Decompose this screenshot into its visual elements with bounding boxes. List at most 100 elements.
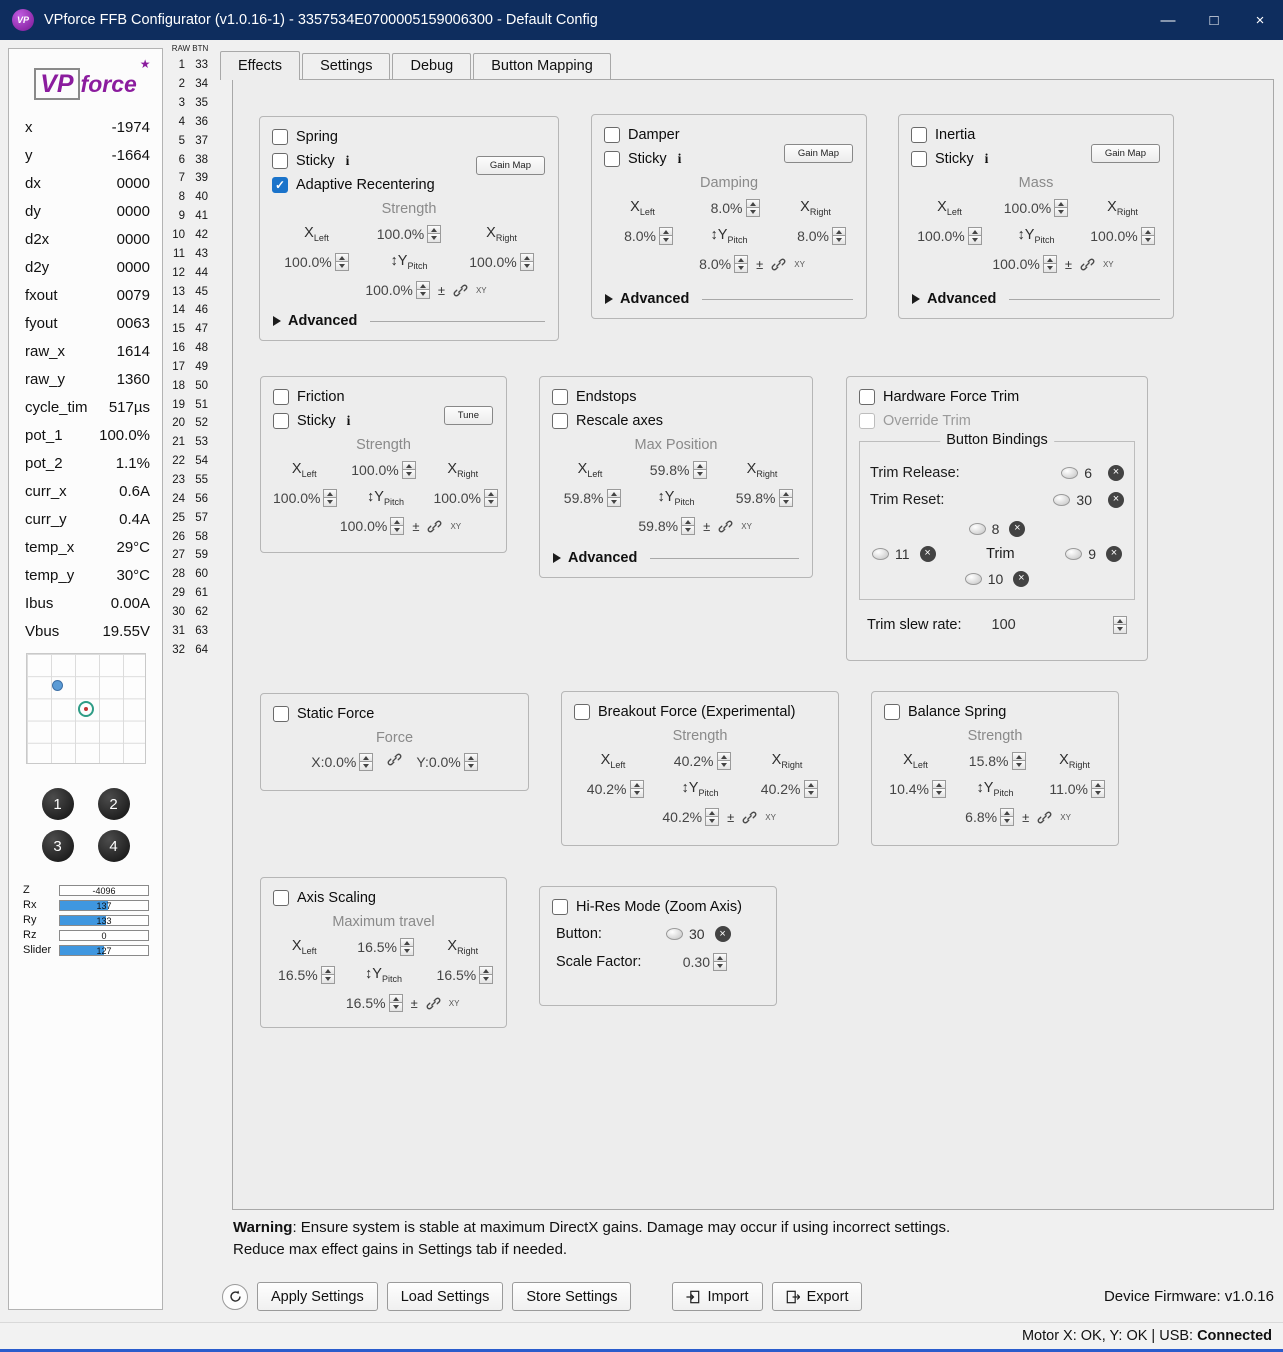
link-axes-icon[interactable] — [771, 257, 786, 272]
y-gain-spinner[interactable]: 8.0% — [687, 255, 749, 273]
hardware-force-trim-checkbox[interactable] — [859, 389, 875, 405]
import-button[interactable]: Import — [672, 1282, 763, 1311]
y-gain-spinner[interactable]: 16.5% — [342, 994, 403, 1012]
axis-scaling-row[interactable]: Axis Scaling — [273, 890, 494, 906]
override-trim-row[interactable]: Override Trim — [859, 413, 1135, 429]
spinner-arrows[interactable] — [427, 225, 442, 243]
adaptive-recentering-checkbox[interactable] — [272, 177, 288, 193]
adaptive-recentering-row[interactable]: Adaptive Recentering — [272, 177, 546, 193]
spinner-arrows[interactable] — [519, 253, 534, 271]
hardware-force-trim-row[interactable]: Hardware Force Trim — [859, 389, 1135, 405]
spinner-arrows[interactable] — [1091, 780, 1105, 798]
x-right-gain-spinner[interactable]: 59.8% — [732, 489, 793, 507]
axis-scaling-checkbox[interactable] — [273, 890, 289, 906]
spinner-arrows[interactable] — [334, 253, 349, 271]
sticky-checkbox[interactable] — [272, 153, 288, 169]
damper-advanced-expander[interactable]: Advanced — [605, 291, 853, 307]
x-left-gain-spinner[interactable]: 100.0% — [273, 489, 338, 507]
spring-checkbox[interactable] — [272, 129, 288, 145]
info-icon[interactable]: i — [346, 153, 350, 169]
static-force-row[interactable]: Static Force — [273, 706, 516, 722]
link-axes-icon[interactable] — [426, 996, 441, 1011]
spinner-arrows[interactable] — [713, 953, 727, 971]
y-gain-spinner[interactable]: 6.8% — [953, 808, 1015, 826]
y-gain-spinner[interactable]: 40.2% — [658, 808, 720, 826]
hires-mode-checkbox[interactable] — [552, 899, 568, 915]
x-gain-spinner[interactable]: 100.0% — [377, 225, 442, 243]
trim-up-binding-chip[interactable]: 8 — [968, 521, 999, 537]
spinner-arrows[interactable] — [390, 517, 405, 535]
inertia-advanced-expander[interactable]: Advanced — [912, 291, 1160, 307]
x-left-gain-spinner[interactable]: 40.2% — [583, 780, 644, 798]
spinner-arrows[interactable] — [483, 489, 498, 507]
clear-hires-button[interactable]: × — [714, 926, 731, 942]
rescale-axes-checkbox[interactable] — [552, 413, 568, 429]
sticky-checkbox[interactable] — [273, 413, 289, 429]
link-axes-icon[interactable] — [1037, 810, 1052, 825]
plus-minus-button[interactable]: ± — [412, 519, 419, 534]
plus-minus-button[interactable]: ± — [727, 810, 734, 825]
spinner-arrows[interactable] — [463, 753, 478, 771]
trim-left-binding-chip[interactable]: 11 — [872, 546, 910, 562]
spinner-arrows[interactable] — [932, 780, 946, 798]
y-gain-spinner[interactable]: 100.0% — [365, 281, 430, 299]
tab-debug[interactable]: Debug — [392, 53, 472, 79]
minimize-button[interactable]: — — [1145, 0, 1191, 40]
x-gain-spinner[interactable]: 16.5% — [353, 938, 414, 956]
link-axes-icon[interactable] — [427, 519, 442, 534]
plus-minus-button[interactable]: ± — [756, 257, 763, 272]
clear-trim-release-button[interactable]: × — [1108, 464, 1124, 481]
breakout-force-checkbox[interactable] — [574, 704, 590, 720]
damper-enable-row[interactable]: Damper — [604, 127, 854, 143]
endstops-advanced-expander[interactable]: Advanced — [553, 550, 799, 566]
clear-trim-left-button[interactable]: × — [919, 545, 936, 562]
x-left-gain-spinner[interactable]: 59.8% — [560, 489, 621, 507]
x-right-gain-spinner[interactable]: 100.0% — [433, 489, 498, 507]
spinner-arrows[interactable] — [734, 255, 749, 273]
spinner-arrows[interactable] — [320, 966, 335, 984]
spinner-arrows[interactable] — [1042, 255, 1057, 273]
breakout-force-row[interactable]: Breakout Force (Experimental) — [574, 704, 826, 720]
spinner-arrows[interactable] — [323, 489, 338, 507]
clear-trim-reset-button[interactable]: × — [1108, 491, 1124, 508]
spinner-arrows[interactable] — [803, 780, 818, 798]
y-gain-spinner[interactable]: 100.0% — [992, 255, 1057, 273]
spring-enable-row[interactable]: Spring — [272, 129, 546, 145]
x-gain-spinner[interactable]: 59.8% — [646, 461, 707, 479]
inertia-checkbox[interactable] — [911, 127, 927, 143]
inertia-gain-map-button[interactable]: Gain Map — [1090, 144, 1160, 163]
export-button[interactable]: Export — [771, 1282, 863, 1311]
plus-minus-button[interactable]: ± — [1022, 810, 1029, 825]
spinner-arrows[interactable] — [692, 461, 707, 479]
sticky-checkbox[interactable] — [911, 151, 927, 167]
spinner-arrows[interactable] — [629, 780, 644, 798]
link-axes-icon[interactable] — [742, 810, 757, 825]
static-force-x-spinner[interactable]: X:0.0% — [311, 753, 374, 771]
info-icon[interactable]: i — [678, 151, 682, 167]
clear-trim-right-button[interactable]: × — [1105, 545, 1122, 562]
x-gain-spinner[interactable]: 40.2% — [670, 752, 731, 770]
x-gain-spinner[interactable]: 8.0% — [699, 199, 760, 217]
x-right-gain-spinner[interactable]: 11.0% — [1044, 780, 1105, 798]
x-right-gain-spinner[interactable]: 100.0% — [469, 253, 534, 271]
plus-minus-button[interactable]: ± — [411, 996, 418, 1011]
tab-settings[interactable]: Settings — [302, 53, 391, 79]
endstops-checkbox[interactable] — [552, 389, 568, 405]
plus-minus-button[interactable]: ± — [438, 283, 445, 298]
trim-release-binding-chip[interactable]: 6 — [1061, 465, 1092, 481]
refresh-button[interactable] — [222, 1283, 248, 1310]
preset-button-1[interactable]: 1 — [41, 788, 74, 820]
spinner-arrows[interactable] — [359, 753, 374, 771]
hires-mode-row[interactable]: Hi-Res Mode (Zoom Axis) — [552, 899, 764, 915]
spring-advanced-expander[interactable]: Advanced — [273, 313, 545, 329]
spinner-arrows[interactable] — [832, 227, 846, 245]
spinner-arrows[interactable] — [1140, 227, 1155, 245]
maximize-button[interactable]: □ — [1191, 0, 1237, 40]
spinner-arrows[interactable] — [716, 752, 731, 770]
spinner-arrows[interactable] — [606, 489, 621, 507]
spring-gain-map-button[interactable]: Gain Map — [475, 156, 545, 175]
spinner-arrows[interactable] — [681, 517, 696, 535]
tab-effects[interactable]: Effects — [220, 51, 301, 80]
spinner-arrows[interactable] — [1054, 199, 1069, 217]
balance-spring-checkbox[interactable] — [884, 704, 900, 720]
